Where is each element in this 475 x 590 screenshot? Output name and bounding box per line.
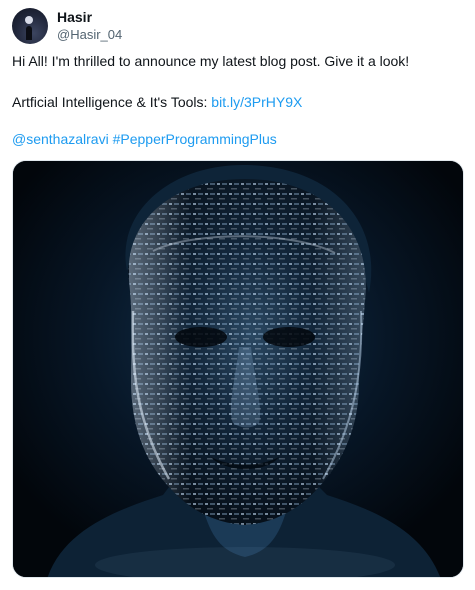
author-display-name[interactable]: Hasir — [57, 9, 122, 26]
tweet-line-blog: Artficial Intelligence & It's Tools: bit… — [12, 93, 462, 112]
mention-link[interactable]: @senthazalravi — [12, 131, 109, 147]
tweet-body: Hi All! I'm thrilled to announce my late… — [12, 52, 462, 149]
hashtag-link[interactable]: #PepperProgrammingPlus — [113, 131, 277, 147]
blog-link[interactable]: bit.ly/3PrHY9X — [211, 94, 302, 110]
tweet-header: Hasir @Hasir_04 — [12, 8, 122, 44]
blog-title-text: Artficial Intelligence & It's Tools: — [12, 94, 208, 110]
tweet-line-tags: @senthazalravi #PepperProgrammingPlus — [12, 130, 462, 149]
avatar-moon-icon — [25, 16, 33, 24]
tweet-media-image[interactable] — [12, 160, 464, 578]
avatar[interactable] — [12, 8, 48, 44]
tweet-line-announcement: Hi All! I'm thrilled to announce my late… — [12, 53, 410, 69]
ai-face-illustration — [13, 161, 463, 577]
avatar-figure-icon — [26, 26, 32, 40]
author-info: Hasir @Hasir_04 — [57, 9, 122, 43]
tweet-card: Hasir @Hasir_04 Hi All! I'm thrilled to … — [0, 0, 475, 590]
author-handle[interactable]: @Hasir_04 — [57, 26, 122, 43]
